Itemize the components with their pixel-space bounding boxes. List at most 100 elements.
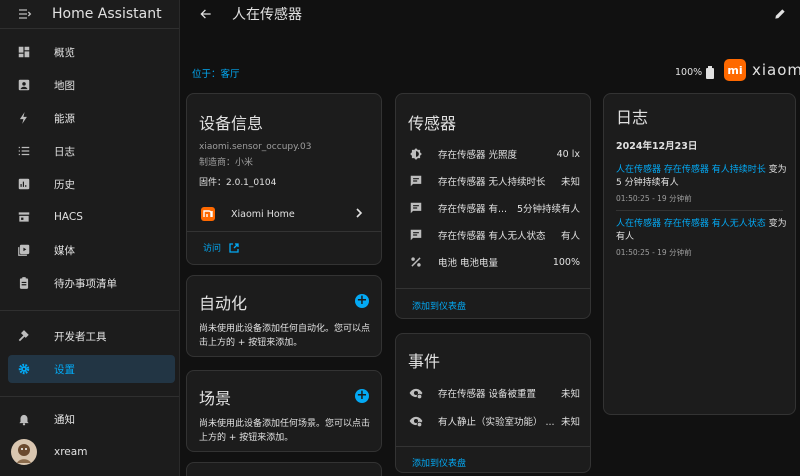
xiaomi-icon xyxy=(201,207,215,221)
sensor-value: 40 lx xyxy=(556,148,580,160)
add-to-dashboard-button[interactable]: 添加到仪表盘 xyxy=(412,456,466,469)
sensor-value: 未知 xyxy=(560,177,580,188)
sidebar-item-label: 设置 xyxy=(54,363,75,376)
sidebar-item-notifications[interactable]: 通知 xyxy=(8,405,175,433)
logbook-entry-time: 01:50:25 - 19 分钟前 xyxy=(616,248,692,257)
add-to-dashboard-button[interactable]: 添加到仪表盘 xyxy=(412,299,466,312)
logbook-divider xyxy=(616,210,783,211)
automation-empty-text: 尚未使用此设备添加任何自动化。您可以点击上方的 + 按钮来添加。 xyxy=(199,324,371,348)
brand-wordmark: xiaomi xyxy=(752,61,800,79)
xiaomi-logo: mi xyxy=(724,59,746,81)
app-title: Home Assistant xyxy=(52,6,162,22)
logbook-entity-link[interactable]: 人在传感器 存在传感器 有人无人状态 xyxy=(616,219,766,229)
battery-status: 100% xyxy=(675,66,715,79)
sensor-name: 存在传感器 无人持续时长 xyxy=(438,177,546,188)
logbook-entry-time: 01:50:25 - 19 分钟前 xyxy=(616,194,692,203)
sidebar-item-label: 日志 xyxy=(54,145,75,158)
device-firmware: 固件：2.0.1_0104 xyxy=(199,178,277,188)
sidebar: Home Assistant 概览 地图 能源 日志 历史 HACS 媒体 待办… xyxy=(0,0,180,476)
sidebar-item-label: 历史 xyxy=(54,178,75,191)
sidebar-item-hacs[interactable]: HACS xyxy=(8,203,175,231)
bell-icon xyxy=(16,411,32,427)
sidebar-item-settings[interactable]: 设置 xyxy=(8,355,175,383)
sidebar-divider xyxy=(0,396,179,397)
back-arrow-icon[interactable] xyxy=(196,4,216,24)
list-icon xyxy=(16,143,32,159)
logbook-card: 日志 2024年12月23日 人在传感器 存在传感器 有人持续时长 变为 5 分… xyxy=(603,93,796,415)
sensor-row[interactable]: 存在传感器 无人持续时长 未知 xyxy=(408,169,580,193)
pencil-icon[interactable] xyxy=(770,4,790,24)
store-icon xyxy=(16,209,32,225)
map-icon xyxy=(16,77,32,93)
sidebar-divider xyxy=(0,310,179,311)
script-card xyxy=(186,462,382,476)
logbook-date: 2024年12月23日 xyxy=(616,141,698,152)
visit-label: 访问 xyxy=(203,244,222,254)
sidebar-item-media[interactable]: 媒体 xyxy=(8,236,175,264)
sensor-row[interactable]: 存在传感器 有人无人状态 有人 xyxy=(408,223,580,247)
sensor-name: 存在传感器 光照度 xyxy=(438,150,518,161)
event-name: 有人静止（实验室功能） ... xyxy=(438,417,555,428)
events-card: 事件 存在传感器 设备被重置 未知 有人静止（实验室功能） ... 未知 添加到… xyxy=(395,333,591,473)
scene-empty-text: 尚未使用此设备添加任何场景。您可以点击上方的 + 按钮来添加。 xyxy=(199,419,371,443)
sidebar-item-label: xream xyxy=(54,446,88,458)
event-name: 存在传感器 设备被重置 xyxy=(438,389,537,400)
area-link[interactable]: 位于：客厅 xyxy=(192,66,240,80)
sensor-row[interactable]: 存在传感器 有... 5分钟持续有人 xyxy=(408,196,580,220)
menu-collapse-icon[interactable] xyxy=(14,3,36,25)
brightness-icon xyxy=(408,146,424,162)
card-title: 设备信息 xyxy=(199,114,264,133)
sensor-value: 100% xyxy=(552,256,580,268)
message-icon xyxy=(408,227,424,243)
open-external-icon xyxy=(229,242,239,253)
event-row[interactable]: 有人静止（实验室功能） ... 未知 xyxy=(408,409,580,433)
event-row[interactable]: 存在传感器 设备被重置 未知 xyxy=(408,381,580,405)
sensor-value: 5分钟持续有人 xyxy=(516,204,580,215)
device-model: xiaomi.sensor_occupy.03 xyxy=(199,142,312,152)
sensor-row[interactable]: 电池 电池电量 100% xyxy=(408,250,580,274)
device-info-card: 设备信息 xiaomi.sensor_occupy.03 制造商：小米 固件：2… xyxy=(186,93,382,265)
event-value: 未知 xyxy=(560,389,580,400)
card-title: 日志 xyxy=(616,108,649,127)
avatar xyxy=(11,439,37,465)
card-title: 事件 xyxy=(408,352,441,371)
logbook-entry: 人在传感器 存在传感器 有人无人状态 变为 有人 01:50:25 - 19 分… xyxy=(616,218,787,259)
card-divider xyxy=(396,446,590,447)
sidebar-item-label: 通知 xyxy=(54,413,75,426)
add-scene-button[interactable]: + xyxy=(355,389,369,403)
card-title: 自动化 xyxy=(199,294,248,313)
card-divider xyxy=(187,231,381,232)
integration-row[interactable]: Xiaomi Home xyxy=(187,200,381,228)
automation-card: 自动化 + 尚未使用此设备添加任何自动化。您可以点击上方的 + 按钮来添加。 xyxy=(186,275,382,357)
event-value: 未知 xyxy=(560,417,580,428)
logbook-entity-link[interactable]: 人在传感器 存在传感器 有人持续时长 xyxy=(616,165,766,175)
sidebar-item-profile[interactable]: xream xyxy=(8,438,175,466)
sidebar-item-overview[interactable]: 概览 xyxy=(8,38,175,66)
sidebar-item-energy[interactable]: 能源 xyxy=(8,104,175,132)
sidebar-item-history[interactable]: 历史 xyxy=(8,170,175,198)
play-icon xyxy=(16,242,32,258)
sidebar-item-todo[interactable]: 待办事项清单 xyxy=(8,269,175,297)
sidebar-item-label: 地图 xyxy=(54,79,75,92)
clipboard-icon xyxy=(16,275,32,291)
sensor-name: 存在传感器 有人无人状态 xyxy=(438,231,546,242)
sensors-card: 传感器 存在传感器 光照度 40 lx 存在传感器 无人持续时长 未知 存在传感… xyxy=(395,93,591,319)
eye-icon xyxy=(408,385,424,401)
visit-link[interactable]: 访问 xyxy=(203,241,239,254)
battery-icon xyxy=(706,66,715,79)
sidebar-item-developer-tools[interactable]: 开发者工具 xyxy=(8,322,175,350)
add-automation-button[interactable]: + xyxy=(355,294,369,308)
top-app-bar: 人在传感器 xyxy=(180,0,800,28)
battery-level: 100% xyxy=(675,67,703,78)
lightning-icon xyxy=(16,110,32,126)
sensor-value: 有人 xyxy=(560,231,580,242)
percent-icon xyxy=(408,254,424,270)
sidebar-item-label: 待办事项清单 xyxy=(54,277,117,290)
sensor-row[interactable]: 存在传感器 光照度 40 lx xyxy=(408,142,580,166)
sidebar-item-map[interactable]: 地图 xyxy=(8,71,175,99)
card-title: 场景 xyxy=(199,389,232,408)
eye-icon xyxy=(408,413,424,429)
sensor-name: 电池 电池电量 xyxy=(438,258,499,269)
sidebar-item-logbook[interactable]: 日志 xyxy=(8,137,175,165)
sensor-name: 存在传感器 有... xyxy=(438,204,508,215)
